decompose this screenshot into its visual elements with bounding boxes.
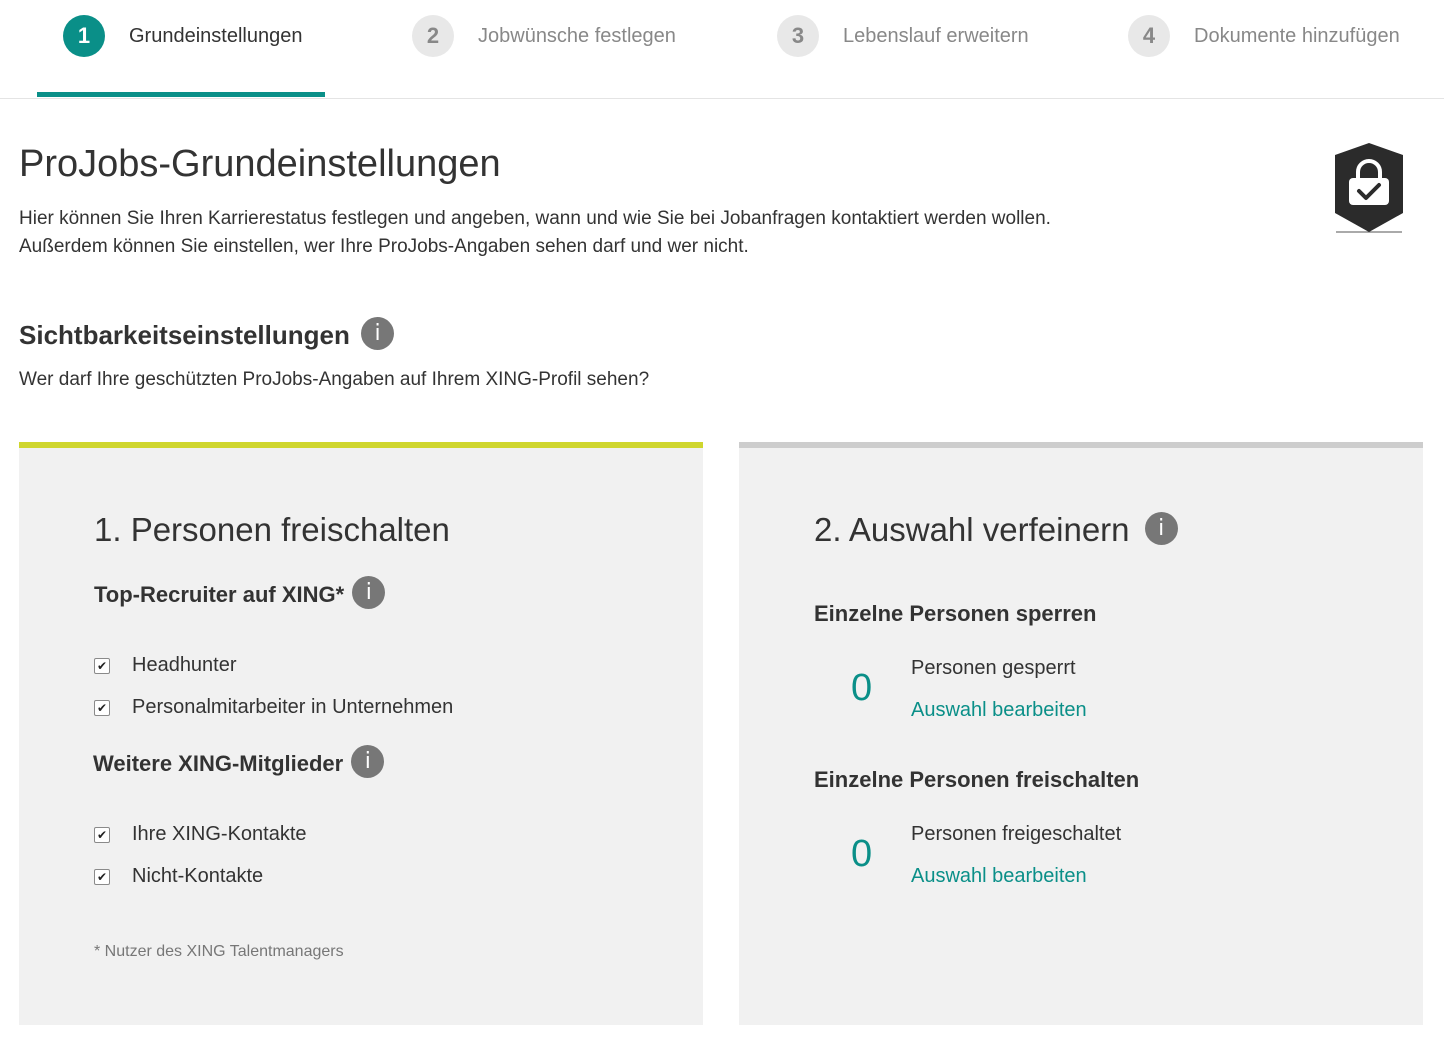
checkbox-headhunter[interactable]: ✔ Headhunter [94,654,237,677]
info-icon[interactable]: i [361,316,395,350]
unlock-persons-heading: Einzelne Personen freischalten [814,767,1140,792]
checkbox-checked-icon[interactable]: ✔ [94,657,110,674]
info-icon[interactable]: i [352,575,386,609]
step-number: 2 [412,15,454,57]
step-label: Jobwünsche festlegen [478,24,676,47]
top-recruiter-heading: Top-Recruiter auf XING* i [94,575,386,609]
info-icon[interactable]: i [1144,511,1178,545]
group-title: Weitere XING-Mitglieder [93,751,344,776]
footnote: * Nutzer des XING Talentmanagers [94,943,344,960]
panel-title-row: 2. Auswahl verfeinern i [814,511,1178,549]
checkbox-label: Ihre XING-Kontakte [132,823,307,845]
info-icon[interactable]: i [351,744,385,778]
checkbox-non-contacts[interactable]: ✔ Nicht-Kontakte [94,865,263,888]
intro-line: Außerdem können Sie einstellen, wer Ihre… [19,236,749,257]
progress-stepper: 1 Grundeinstellungen 2 Jobwünsche festle… [0,0,1444,99]
checkbox-personalmitarbeiter[interactable]: ✔ Personalmitarbeiter in Unternehmen [94,696,453,719]
step-label: Grundeinstellungen [129,24,303,47]
step-jobwuensche[interactable]: 2 Jobwünsche festlegen [412,15,676,57]
step-number: 4 [1128,15,1170,57]
visibility-description: Wer darf Ihre geschützten ProJobs-Angabe… [19,369,650,390]
shield-lock-check-icon [1332,141,1406,240]
blocked-count: 0 [851,667,873,709]
checkbox-checked-icon[interactable]: ✔ [94,699,110,716]
refine-selection-panel: 2. Auswahl verfeinern i Einzelne Persone… [739,442,1423,1025]
checkbox-label: Headhunter [132,654,237,676]
visibility-title-text: Sichtbarkeitseinstellungen [19,320,350,350]
step-grundeinstellungen[interactable]: 1 Grundeinstellungen [63,15,303,57]
block-persons-heading: Einzelne Personen sperren [814,601,1097,626]
checkbox-xing-contacts[interactable]: ✔ Ihre XING-Kontakte [94,823,307,846]
unlock-persons-panel: 1. Personen freischalten Top-Recruiter a… [19,442,703,1025]
active-step-indicator [37,92,325,97]
checkbox-label: Nicht-Kontakte [132,865,264,887]
further-members-heading: Weitere XING-Mitglieder i [93,744,385,778]
unlocked-label: Personen freigeschaltet [911,823,1122,845]
unlocked-count: 0 [851,833,873,875]
step-lebenslauf[interactable]: 3 Lebenslauf erweitern [777,15,1029,57]
checkbox-label: Personalmitarbeiter in Unternehmen [132,696,454,718]
step-label: Dokumente hinzufügen [1194,24,1400,47]
checkbox-checked-icon[interactable]: ✔ [94,868,110,885]
step-dokumente[interactable]: 4 Dokumente hinzufügen [1128,15,1400,57]
edit-blocked-selection-link[interactable]: Auswahl bearbeiten [911,699,1087,722]
step-number: 1 [63,15,105,57]
edit-unlocked-selection-link[interactable]: Auswahl bearbeiten [911,865,1087,888]
blocked-label: Personen gesperrt [911,657,1076,679]
step-label: Lebenslauf erweitern [843,24,1029,47]
visibility-title: Sichtbarkeitseinstellungen i [19,316,395,351]
intro-text: Hier können Sie Ihren Karrierestatus fes… [19,205,1051,261]
page-title: ProJobs-Grundeinstellungen [19,143,501,185]
step-number: 3 [777,15,819,57]
intro-line: Hier können Sie Ihren Karrierestatus fes… [19,208,1051,229]
panel-title: 1. Personen freischalten [94,511,450,548]
group-title: Top-Recruiter auf XING* [94,582,345,607]
checkbox-checked-icon[interactable]: ✔ [94,826,110,843]
panel-title: 2. Auswahl verfeinern [814,511,1130,548]
